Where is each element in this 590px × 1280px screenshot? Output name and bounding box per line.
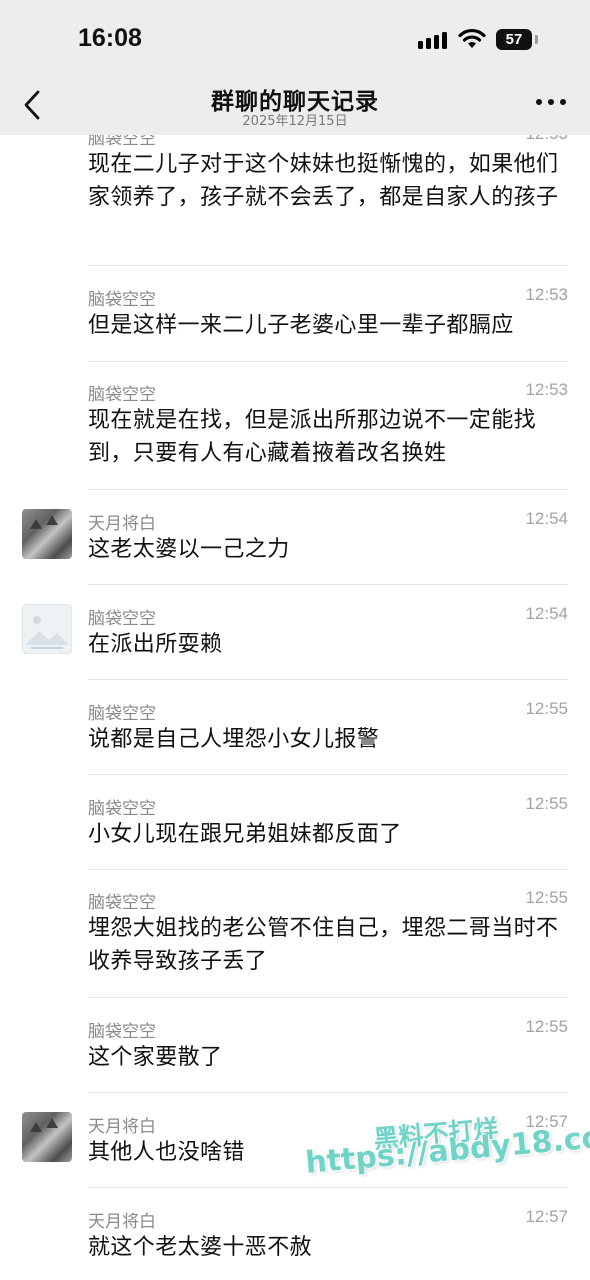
avatar[interactable] — [22, 1112, 72, 1162]
sender-name: 脑袋空空 — [88, 799, 156, 819]
message-text: 说都是自己人埋怨小女儿报警 — [88, 727, 380, 752]
divider — [88, 361, 568, 362]
sender-name: 脑袋空空 — [88, 1022, 156, 1042]
message-text: 现在就是在找，但是派出所那边说不一定能找到，只要有人有心藏着掖着改名换姓 — [88, 408, 537, 466]
divider — [88, 1092, 568, 1093]
message-time: 12:55 — [525, 1017, 568, 1036]
divider — [88, 774, 568, 775]
message-text: 现在二儿子对于这个妹妹也挺惭愧的，如果他们家领养了，孩子就不会丢了，都是自家人的… — [88, 152, 559, 210]
divider — [88, 265, 568, 266]
wifi-icon — [458, 28, 486, 48]
message-time: 12:54 — [525, 604, 568, 623]
message-time: 12:55 — [525, 794, 568, 813]
divider — [88, 489, 568, 490]
cellular-signal-icon — [418, 31, 450, 49]
page-subtitle: 2025年12月15日 — [242, 114, 348, 129]
message-text: 就这个老太婆十恶不赦 — [88, 1235, 313, 1260]
sender-name: 脑袋空空 — [88, 609, 156, 629]
avatar[interactable] — [22, 509, 72, 559]
message-text: 小女儿现在跟兄弟姐妹都反面了 — [88, 822, 402, 847]
divider — [88, 584, 568, 585]
message-time: 12:55 — [525, 699, 568, 718]
sender-name: 脑袋空空 — [88, 893, 156, 913]
message-text: 在派出所耍赖 — [88, 632, 223, 657]
sender-name: 脑袋空空 — [88, 290, 156, 310]
status-time: 16:08 — [78, 24, 142, 52]
divider — [88, 1187, 568, 1188]
message-time: 12:53 — [525, 380, 568, 399]
message-time: 12:54 — [525, 509, 568, 528]
divider — [88, 679, 568, 680]
status-bar: 16:08 57 — [0, 0, 590, 78]
sender-name: 脑袋空空 — [88, 704, 156, 724]
message-text: 这老太婆以一己之力 — [88, 537, 290, 562]
message-text: 但是这样一来二儿子老婆心里一辈子都膈应 — [88, 313, 514, 338]
divider — [88, 869, 568, 870]
more-options-icon[interactable] — [536, 98, 566, 108]
battery-icon: 57 — [496, 29, 532, 50]
message-text: 这个家要散了 — [88, 1045, 223, 1070]
sender-name: 天月将白 — [88, 1212, 156, 1232]
message-time: 12:53 — [525, 285, 568, 304]
message-text: 埋怨大姐找的老公管不住自己，埋怨二哥当时不收养导致孩子丢了 — [88, 916, 559, 974]
avatar[interactable] — [22, 604, 72, 654]
sender-name: 天月将白 — [88, 514, 156, 534]
default-avatar-icon — [25, 616, 69, 649]
battery-tip — [535, 35, 538, 44]
chat-record-list[interactable]: 脑袋空空 12:53 现在二儿子对于这个妹妹也挺惭愧的，如果他们家领养了，孩子就… — [0, 0, 590, 1280]
message-time: 12:57 — [525, 1207, 568, 1226]
message-time: 12:55 — [525, 888, 568, 907]
sender-name: 天月将白 — [88, 1117, 156, 1137]
navigation-bar: 群聊的聊天记录 2025年12月15日 — [0, 78, 590, 135]
divider — [88, 997, 568, 998]
sender-name: 脑袋空空 — [88, 385, 156, 405]
